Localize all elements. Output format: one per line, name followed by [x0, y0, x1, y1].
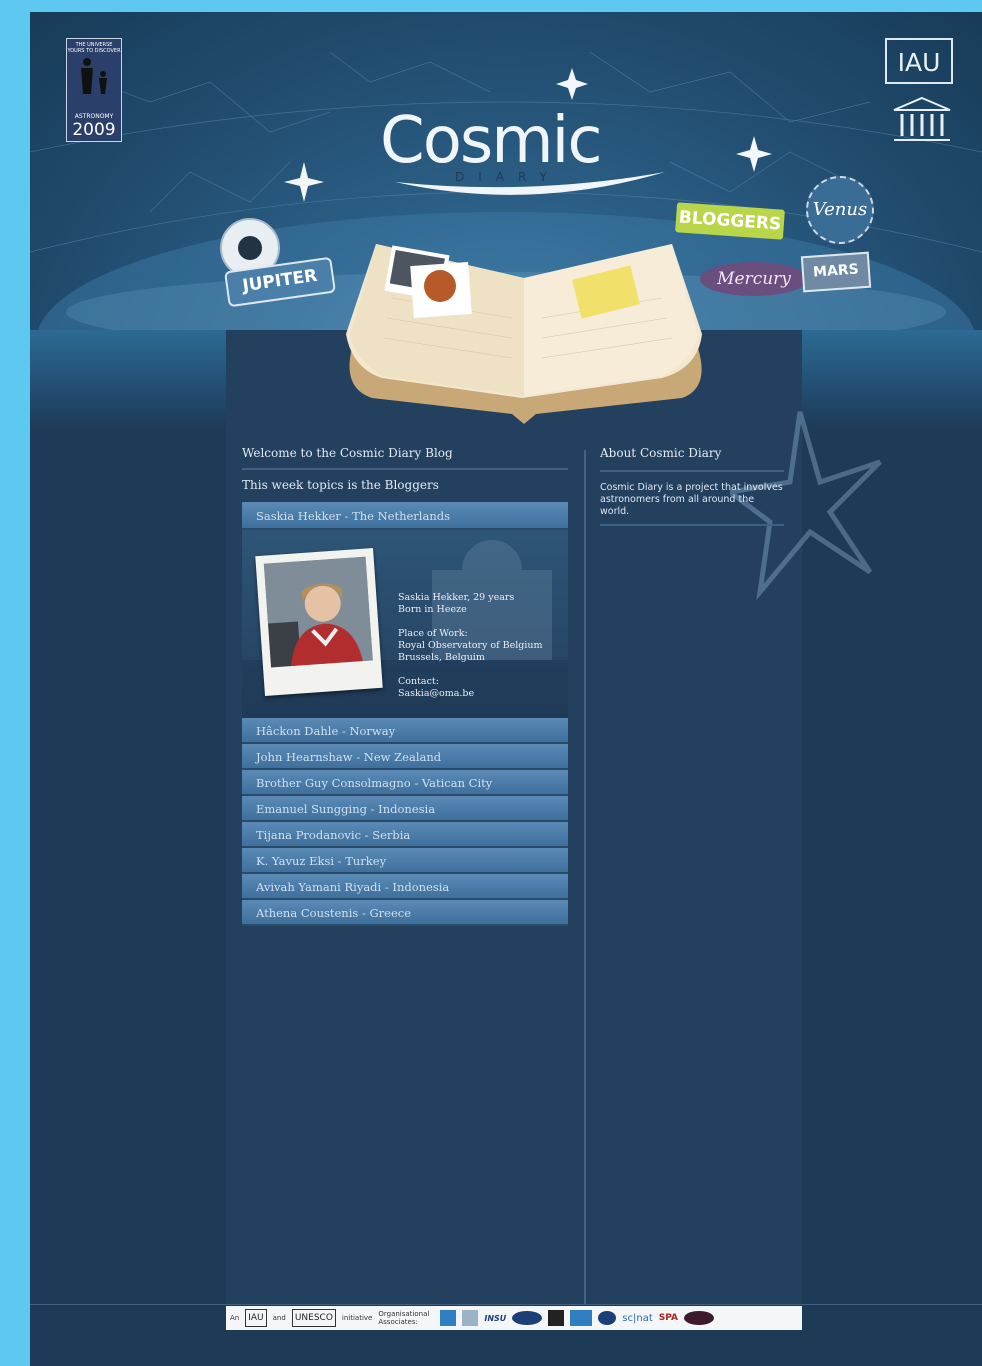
about-text: Cosmic Diary is a project that involves …: [600, 472, 784, 526]
parent-child-icon: [81, 58, 107, 94]
blogger-item[interactable]: Brother Guy Consolmagno - Vatican City: [242, 770, 568, 796]
mars-sticker: MARS: [800, 251, 872, 293]
about-heading: About Cosmic Diary: [600, 440, 784, 472]
footer-partner-logos: An IAU and UNESCO initiative Organisatio…: [226, 1306, 802, 1330]
footer-an: An: [230, 1314, 240, 1322]
associate-logo[interactable]: [440, 1310, 457, 1326]
unesco-logo[interactable]: [892, 96, 952, 144]
iau-logo[interactable]: IAU: [885, 38, 953, 84]
saturn-icon: [238, 236, 262, 260]
blogger-item[interactable]: Emanuel Sungging - Indonesia: [242, 796, 568, 822]
blogger-item[interactable]: Tijana Prodanovic - Serbia: [242, 822, 568, 848]
footer-divider: [30, 1304, 982, 1305]
column-divider: [584, 450, 586, 1305]
star-icon: [556, 68, 588, 100]
blogger-item[interactable]: Hâckon Dahle - Norway: [242, 718, 568, 744]
mercury-sticker: Mercury: [700, 262, 808, 296]
work-city: Brussels, Belguim: [398, 652, 485, 663]
blog-main: Welcome to the Cosmic Diary Blog This we…: [242, 440, 568, 926]
associate-logo[interactable]: [598, 1311, 617, 1325]
welcome-heading: Welcome to the Cosmic Diary Blog: [242, 440, 568, 470]
footer-unesco-logo[interactable]: UNESCO: [291, 1309, 336, 1327]
sidebar: About Cosmic Diary Cosmic Diary is a pro…: [600, 440, 784, 526]
associate-logo[interactable]: [512, 1311, 543, 1325]
iya-tagline: THE UNIVERSE YOURS TO DISCOVER: [67, 42, 121, 54]
footer-insu-logo[interactable]: INSU: [484, 1314, 506, 1323]
footer-iau-logo[interactable]: IAU: [245, 1309, 267, 1327]
iya-2009-logo[interactable]: THE UNIVERSE YOURS TO DISCOVER ASTRONOMY…: [66, 38, 122, 142]
blogger-item[interactable]: Avivah Yamani Riyadi - Indonesia: [242, 874, 568, 900]
blogger-item[interactable]: John Hearnshaw - New Zealand: [242, 744, 568, 770]
footer-and: and: [272, 1314, 286, 1322]
blogger-details: Saskia Hekker, 29 years Born in Heeze Pl…: [398, 592, 543, 700]
blogger-birthplace: Born in Heeze: [398, 604, 467, 615]
associate-logo[interactable]: [683, 1311, 714, 1325]
iya-astronomy: ASTRONOMY: [74, 113, 114, 120]
page: THE UNIVERSE YOURS TO DISCOVER ASTRONOMY…: [30, 12, 982, 1366]
contact-label: Contact:: [398, 676, 439, 687]
work-label: Place of Work:: [398, 628, 468, 639]
topics-heading: This week topics is the Bloggers: [242, 478, 439, 492]
work-place: Royal Observatory of Belgium: [398, 640, 543, 651]
blogger-item[interactable]: Athena Coustenis - Greece: [242, 900, 568, 926]
star-icon: [736, 136, 772, 172]
blogger-profile-panel: Saskia Hekker, 29 years Born in Heeze Pl…: [242, 530, 568, 718]
contact-email[interactable]: Saskia@oma.be: [398, 688, 543, 700]
associate-logo[interactable]: [548, 1310, 565, 1326]
footer-associates: Organisational Associates:: [378, 1310, 430, 1326]
blogger-portrait: [263, 556, 373, 668]
blogger-item[interactable]: K. Yavuz Eksi - Turkey: [242, 848, 568, 874]
associate-logo[interactable]: [462, 1310, 479, 1326]
associate-logo[interactable]: [570, 1310, 593, 1326]
footer-initiative: initiative: [341, 1314, 373, 1322]
blogger-item-active[interactable]: Saskia Hekker - The Netherlands: [242, 502, 568, 530]
iya-year: 2009: [72, 120, 116, 140]
blogger-name-age: Saskia Hekker, 29 years: [398, 592, 515, 603]
open-book-illustration: [346, 244, 702, 424]
blogger-photo[interactable]: [255, 548, 383, 696]
venus-sticker: Venus: [806, 176, 874, 244]
footer-scnat-logo[interactable]: sc|nat: [622, 1313, 652, 1324]
logo-subtitle: DIARY: [455, 170, 561, 184]
star-icon: [284, 162, 324, 202]
footer-spa-logo[interactable]: SPA: [659, 1313, 678, 1323]
